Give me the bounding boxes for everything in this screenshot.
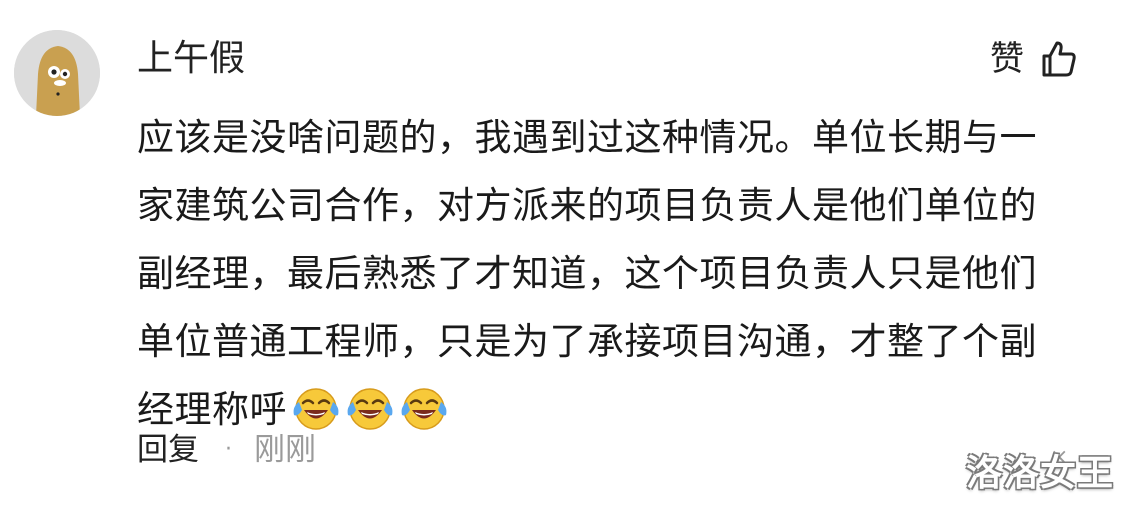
comment-line: 单位普通工程师，只是为了承接项目沟通，才整了个副 [137,320,1037,363]
watermark: 洛洛女王 [965,453,1114,494]
avatar[interactable] [14,30,100,116]
comment-card: 上午假 赞 应该是没啥问题的，我遇到过这种情况。单位长期与一 家建筑公司合作，对… [0,0,1136,518]
separator-dot: · [225,437,232,462]
laugh-cry-emoji-icon [345,383,395,433]
username[interactable]: 上午假 [137,36,245,82]
comment-line: 副经理，最后熟悉了才知道，这个项目负责人只是他们 [137,252,1037,295]
like-button[interactable]: 赞 [990,36,1078,82]
laugh-cry-emoji-icon [399,383,449,433]
comment-line: 家建筑公司合作，对方派来的项目负责人是他们单位的 [137,184,1037,227]
chick-avatar-icon [14,30,100,116]
reply-button[interactable]: 回复 [137,425,199,475]
comment-body: 应该是没啥问题的，我遇到过这种情况。单位长期与一 家建筑公司合作，对方派来的项目… [137,104,1087,444]
comment-line: 应该是没啥问题的，我遇到过这种情况。单位长期与一 [137,116,1037,159]
thumbs-up-icon[interactable] [1038,39,1078,79]
comment-footer: 回复 · 刚刚 [137,425,316,475]
timestamp: 刚刚 [254,432,316,468]
like-label: 赞 [990,39,1024,79]
